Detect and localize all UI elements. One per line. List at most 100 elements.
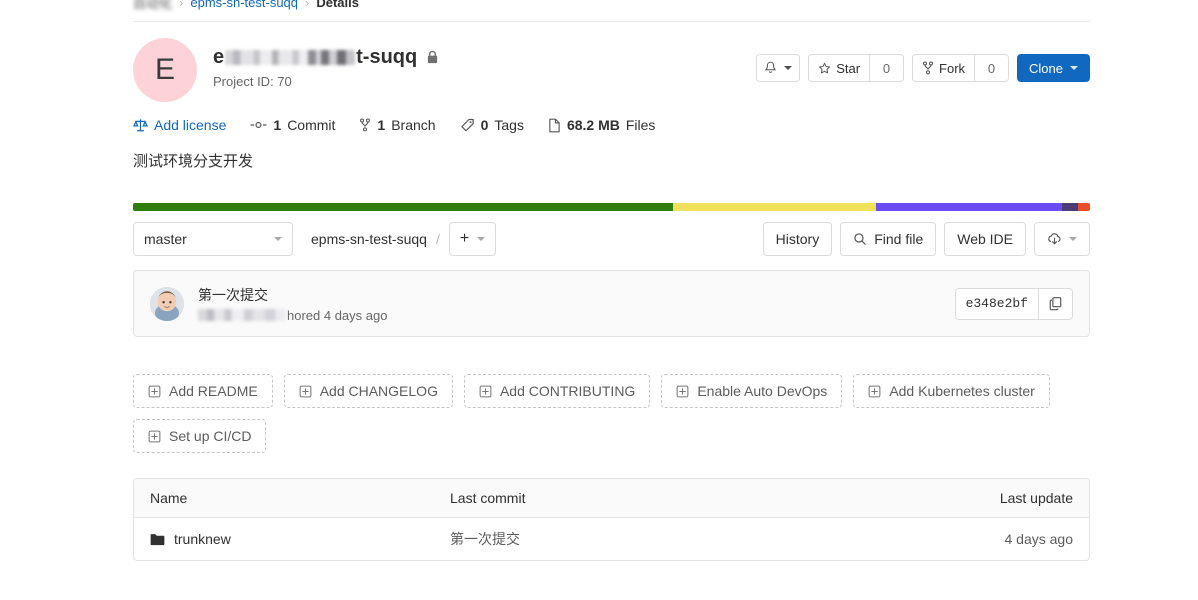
copy-icon[interactable] — [1038, 288, 1072, 319]
breadcrumb-current: Details — [316, 0, 359, 10]
commit-info: 第一次提交 hored 4 days ago — [198, 285, 387, 323]
breadcrumb-project[interactable]: epms-sn-test-suqq — [190, 0, 298, 10]
plus-square-icon — [868, 385, 881, 398]
tag-icon — [460, 118, 475, 133]
tags-stat[interactable]: 0 Tags — [460, 117, 524, 133]
language-segment — [1077, 203, 1090, 211]
path-root[interactable]: epms-sn-test-suqq — [311, 231, 427, 247]
avatar — [150, 286, 184, 321]
find-file-label: Find file — [874, 231, 924, 247]
commits-count: 1 — [273, 117, 282, 133]
quick-action-label: Add README — [169, 383, 258, 399]
plus-square-icon — [148, 385, 161, 398]
plus-square-icon — [479, 385, 492, 398]
fork-label: Fork — [939, 60, 966, 76]
last-commit-panel: 第一次提交 hored 4 days ago e348e2bf — [133, 270, 1090, 337]
clone-button[interactable]: Clone — [1017, 54, 1090, 82]
breadcrumb-group[interactable]: 自动化 — [133, 0, 172, 12]
license-icon — [133, 118, 148, 133]
branches-unit: Branch — [391, 117, 436, 133]
project-name-redacted — [225, 50, 356, 65]
bell-icon — [764, 61, 777, 76]
add-license-link[interactable]: Add license — [133, 117, 226, 133]
table-body: trunknew 第一次提交 4 days ago — [134, 518, 1089, 560]
add-license-label: Add license — [154, 117, 227, 133]
star-icon — [818, 62, 831, 75]
quick-action-label: Set up CI/CD — [169, 428, 252, 444]
tags-unit: Tags — [494, 117, 524, 133]
last-update-cell: 4 days ago — [1004, 531, 1074, 547]
table-header: Name Last commit Last update — [134, 479, 1089, 518]
download-dropdown-button[interactable] — [1034, 222, 1090, 256]
branches-stat[interactable]: 1 Branch — [359, 117, 436, 133]
fork-count: 0 — [974, 55, 1008, 81]
star-button[interactable]: Star — [809, 55, 869, 81]
quick-action-label: Add CONTRIBUTING — [499, 383, 636, 399]
branch-selector-label: master — [144, 231, 187, 247]
quick-action-label: Add CHANGELOG — [319, 383, 438, 399]
history-button[interactable]: History — [762, 222, 833, 256]
table-row[interactable]: trunknew 第一次提交 4 days ago — [134, 518, 1089, 560]
clone-label: Clone — [1029, 60, 1063, 76]
file-name-link[interactable]: trunknew — [174, 531, 231, 547]
star-count: 0 — [869, 55, 903, 81]
fork-button-group: Fork 0 — [912, 54, 1010, 82]
file-tree-table: Name Last commit Last update trunknew 第一次… — [133, 478, 1090, 561]
breadcrumb-separator: › — [179, 0, 184, 10]
plus-icon: + — [459, 230, 470, 247]
quick-actions: Add README Add CHANGELOG Add CONTRIBUTING E… — [133, 374, 1103, 453]
web-ide-label: Web IDE — [957, 231, 1013, 247]
quick-action-label: Add Kubernetes cluster — [889, 383, 1035, 399]
repository-path-breadcrumb: epms-sn-test-suqq / + — [311, 222, 497, 256]
last-commit-cell[interactable]: 第一次提交 — [450, 529, 943, 549]
project-actions: Star 0 Fork 0 Clone — [756, 54, 1090, 82]
commit-message[interactable]: 第一次提交 — [198, 285, 387, 305]
language-bar — [133, 203, 1090, 211]
commit-sha[interactable]: e348e2bf — [956, 289, 1038, 319]
plus-square-icon — [148, 430, 161, 443]
project-description: 测试环境分支开发 — [133, 153, 254, 170]
set-up-ci-cd-button[interactable]: Set up CI/CD — [133, 419, 267, 453]
add-to-tree-button[interactable]: + — [448, 222, 497, 256]
enable-auto-devops-button[interactable]: Enable Auto DevOps — [661, 374, 843, 408]
notification-dropdown-button[interactable] — [756, 54, 801, 82]
branch-selector[interactable]: master — [133, 222, 293, 256]
find-file-button[interactable]: Find file — [840, 222, 937, 256]
fork-button[interactable]: Fork — [913, 55, 974, 81]
branch-icon — [359, 118, 371, 132]
tags-count: 0 — [480, 117, 489, 133]
add-changelog-button[interactable]: Add CHANGELOG — [283, 374, 453, 408]
chevron-down-icon — [274, 237, 282, 241]
chevron-down-icon — [1069, 237, 1077, 241]
commit-author-redacted — [198, 309, 286, 321]
repository-size-unit: Files — [625, 117, 656, 133]
fork-icon — [922, 61, 934, 75]
star-label: Star — [836, 60, 861, 76]
language-segment — [133, 203, 673, 211]
add-readme-button[interactable]: Add README — [133, 374, 273, 408]
commits-stat[interactable]: 1 Commit — [250, 117, 335, 133]
search-icon — [853, 232, 867, 246]
repository-size: 68.2 MB — [566, 117, 620, 133]
commit-authored-time: hored 4 days ago — [287, 307, 388, 323]
project-name-prefix: e — [213, 46, 225, 68]
breadcrumb: 自动化 › epms-sn-test-suqq › Details — [133, 0, 359, 12]
file-icon — [548, 118, 561, 133]
commit-author-line: hored 4 days ago — [198, 308, 387, 323]
add-contributing-button[interactable]: Add CONTRIBUTING — [463, 374, 651, 408]
language-segment — [672, 203, 876, 211]
column-header-last-commit: Last commit — [450, 490, 526, 506]
commits-unit: Commit — [287, 117, 336, 133]
history-label: History — [775, 231, 820, 247]
column-header-last-update: Last update — [999, 490, 1073, 506]
repository-size-stat: 68.2 MB Files — [548, 117, 655, 133]
repository-toolbar-right: History Find file Web IDE — [762, 222, 1090, 256]
add-kubernetes-cluster-button[interactable]: Add Kubernetes cluster — [853, 374, 1050, 408]
lock-icon — [426, 50, 439, 65]
web-ide-button[interactable]: Web IDE — [944, 222, 1026, 256]
project-avatar: E — [133, 38, 197, 102]
chevron-down-icon — [1070, 66, 1078, 70]
branches-count: 1 — [377, 117, 386, 133]
chevron-down-icon — [784, 66, 793, 70]
repository-toolbar: master epms-sn-test-suqq / + History Fin… — [133, 222, 1090, 256]
